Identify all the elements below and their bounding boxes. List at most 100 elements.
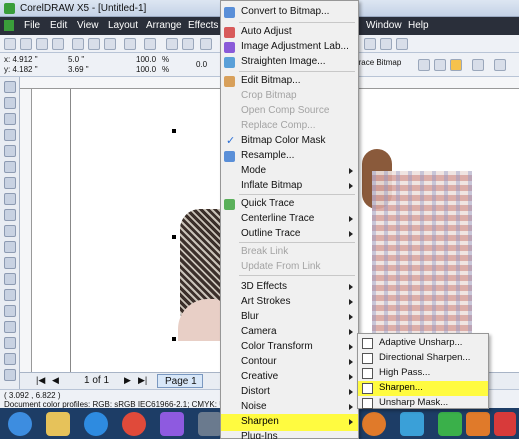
menu-separator bbox=[239, 194, 355, 195]
document-icon[interactable] bbox=[4, 20, 14, 31]
submenu-item-high-pass[interactable]: High Pass... bbox=[358, 366, 488, 381]
cut-icon[interactable] bbox=[72, 38, 84, 50]
redo-icon[interactable] bbox=[144, 38, 156, 50]
polygon-tool-icon[interactable] bbox=[4, 209, 16, 221]
menu-item-convert-to-bitmap[interactable]: Convert to Bitmap... bbox=[221, 4, 358, 21]
dimension-tool-icon[interactable] bbox=[4, 273, 16, 285]
start-icon[interactable] bbox=[8, 412, 32, 436]
submenu-arrow-icon bbox=[349, 329, 353, 335]
scale-y-field[interactable]: 100.0 bbox=[136, 65, 156, 74]
export-icon[interactable] bbox=[182, 38, 194, 50]
copy-icon[interactable] bbox=[88, 38, 100, 50]
menu-window[interactable]: Window bbox=[366, 20, 402, 31]
menu-effects[interactable]: Effects bbox=[188, 20, 218, 31]
menu-item-label: Bitmap Color Mask bbox=[241, 135, 326, 146]
menu-file[interactable]: File bbox=[24, 20, 40, 31]
selection-handle-top-left[interactable] bbox=[172, 129, 176, 133]
last-page-icon[interactable]: ▶| bbox=[138, 375, 147, 386]
rotation-field[interactable]: 0.0 bbox=[196, 60, 207, 69]
height-field[interactable]: 3.69 " bbox=[68, 65, 89, 74]
skype-icon[interactable] bbox=[400, 412, 424, 436]
launcher-icon[interactable] bbox=[200, 38, 212, 50]
options-icon[interactable] bbox=[380, 38, 392, 50]
first-page-icon[interactable]: |◀ bbox=[36, 375, 45, 386]
crop-tool-icon[interactable] bbox=[4, 113, 16, 125]
y-position-field[interactable]: y: 4.182 " bbox=[4, 65, 38, 74]
selection-handle-middle-left[interactable] bbox=[172, 235, 176, 239]
menu-item-inflate-bitmap[interactable]: Inflate Bitmap bbox=[221, 178, 358, 195]
app-icon-2[interactable] bbox=[198, 412, 222, 436]
new-icon[interactable] bbox=[4, 38, 16, 50]
app-icon-1[interactable] bbox=[160, 412, 184, 436]
menu-item-label: Color Transform bbox=[241, 341, 313, 352]
smart-fill-icon[interactable] bbox=[4, 161, 16, 173]
basic-shapes-icon[interactable] bbox=[4, 225, 16, 237]
wrap-text-icon[interactable] bbox=[494, 59, 506, 71]
menu-item-label: Distort bbox=[241, 386, 270, 397]
menu-arrange[interactable]: Arrange bbox=[146, 20, 182, 31]
menu-view[interactable]: View bbox=[77, 20, 99, 31]
submenu-item-sharpen[interactable]: Sharpen... bbox=[358, 381, 488, 396]
menu-help[interactable]: Help bbox=[408, 20, 429, 31]
edit-bitmap-menu-icon bbox=[224, 76, 235, 87]
previous-page-icon[interactable]: ◀ bbox=[52, 375, 59, 386]
table-tool-icon[interactable] bbox=[4, 257, 16, 269]
menu-layout[interactable]: Layout bbox=[108, 20, 138, 31]
menu-separator bbox=[239, 242, 355, 243]
page-tab[interactable]: Page 1 bbox=[157, 374, 203, 388]
width-field[interactable]: 5.0 " bbox=[68, 55, 84, 64]
paste-icon[interactable] bbox=[104, 38, 116, 50]
text-tool-icon[interactable] bbox=[4, 241, 16, 253]
vertical-ruler[interactable] bbox=[20, 89, 32, 372]
submenu-item-unsharp-mask[interactable]: Unsharp Mask... bbox=[358, 396, 488, 409]
internet-explorer-icon[interactable] bbox=[84, 412, 108, 436]
selection-handle-bottom-left[interactable] bbox=[172, 337, 176, 341]
menu-item-label: Break Link bbox=[241, 246, 289, 257]
chrome-icon[interactable] bbox=[122, 412, 146, 436]
menu-item-label: Camera bbox=[241, 326, 277, 337]
next-page-icon[interactable]: ▶ bbox=[124, 375, 131, 386]
pick-tool-icon[interactable] bbox=[4, 81, 16, 93]
blend-tool-icon[interactable] bbox=[4, 305, 16, 317]
menu-item-plug-ins[interactable]: Plug-Ins bbox=[221, 429, 358, 439]
save-icon[interactable] bbox=[36, 38, 48, 50]
import-icon[interactable] bbox=[166, 38, 178, 50]
outline-tool-icon[interactable] bbox=[4, 337, 16, 349]
submenu-item-adaptive-unsharp[interactable]: Adaptive Unsharp... bbox=[358, 336, 488, 351]
convert-bitmap-icon bbox=[224, 7, 235, 18]
submenu-arrow-icon bbox=[349, 314, 353, 320]
coreldraw-task-icon[interactable] bbox=[438, 412, 462, 436]
interactive-fill-icon[interactable] bbox=[4, 369, 16, 381]
print-icon[interactable] bbox=[52, 38, 64, 50]
welcome-icon[interactable] bbox=[396, 38, 408, 50]
connector-tool-icon[interactable] bbox=[4, 289, 16, 301]
resample-icon[interactable] bbox=[434, 59, 446, 71]
xampp-icon[interactable] bbox=[466, 412, 490, 436]
menu-edit[interactable]: Edit bbox=[50, 20, 67, 31]
trace-bitmap-button[interactable]: Trace Bitmap bbox=[354, 58, 401, 67]
x-position-field[interactable]: x: 4.912 " bbox=[4, 55, 38, 64]
zoom-tool-icon[interactable] bbox=[4, 129, 16, 141]
submenu-item-directional-sharpen[interactable]: Directional Sharpen... bbox=[358, 351, 488, 366]
fill-tool-icon[interactable] bbox=[4, 353, 16, 365]
shape-tool-icon[interactable] bbox=[4, 97, 16, 109]
submenu-arrow-icon bbox=[349, 404, 353, 410]
high-pass-icon bbox=[362, 368, 373, 379]
bitmap-mode-icon[interactable] bbox=[450, 59, 462, 71]
snap-icon[interactable] bbox=[364, 38, 376, 50]
crop-bitmap-icon[interactable] bbox=[418, 59, 430, 71]
edit-bitmap-icon[interactable] bbox=[472, 59, 484, 71]
menu-item-straighten-image[interactable]: Straighten Image... bbox=[221, 54, 358, 71]
rectangle-tool-icon[interactable] bbox=[4, 177, 16, 189]
eyedropper-tool-icon[interactable] bbox=[4, 321, 16, 333]
ellipse-tool-icon[interactable] bbox=[4, 193, 16, 205]
undo-icon[interactable] bbox=[124, 38, 136, 50]
menu-item-outline-trace[interactable]: Outline Trace bbox=[221, 226, 358, 243]
freehand-tool-icon[interactable] bbox=[4, 145, 16, 157]
firefox-icon[interactable] bbox=[362, 412, 386, 436]
file-explorer-icon[interactable] bbox=[46, 412, 70, 436]
open-icon[interactable] bbox=[20, 38, 32, 50]
scale-x-field[interactable]: 100.0 bbox=[136, 55, 156, 64]
page-count: 1 of 1 bbox=[84, 375, 110, 386]
ul-app-icon[interactable] bbox=[494, 412, 516, 436]
